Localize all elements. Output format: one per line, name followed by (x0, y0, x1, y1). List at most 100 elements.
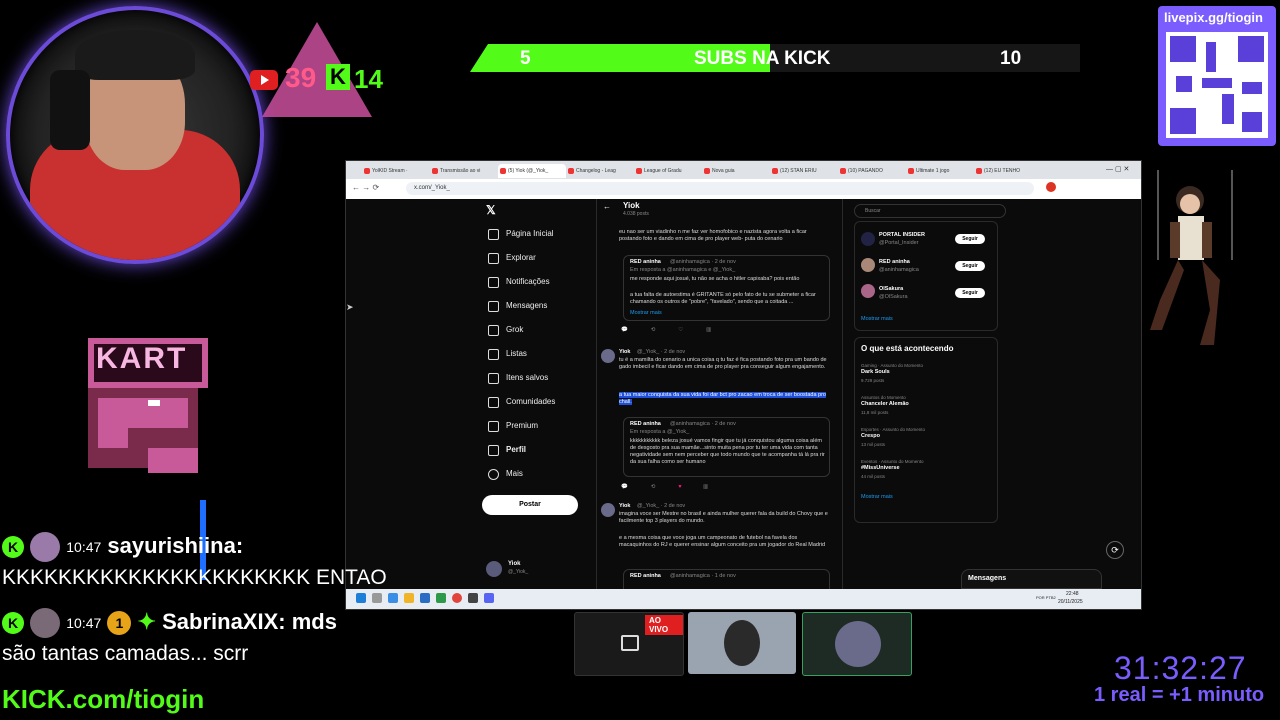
follow-avatar[interactable] (861, 284, 875, 298)
nav-arrows-icon[interactable]: ← → ⟳ (352, 183, 379, 192)
qr-code-icon (1166, 32, 1268, 138)
back-arrow-icon[interactable]: ← (603, 202, 611, 211)
tweet-actions[interactable]: 💬 ⟲ ♥ ▥ (621, 484, 708, 491)
trend-posts: 13 mil posts (861, 442, 886, 447)
follow-name[interactable]: RED aninha (879, 259, 910, 266)
account-handle: @_Yiok_ (508, 569, 529, 575)
trend-name[interactable]: Dark Souls (861, 369, 890, 376)
trend-name[interactable]: Crespo (861, 433, 880, 440)
tweet-text: imagina voce ser Mestre no brasil e aind… (619, 511, 828, 524)
folder-icon[interactable] (404, 593, 414, 603)
trend-name[interactable]: #MissUniverse (861, 465, 900, 472)
tweet-avatar[interactable] (601, 349, 615, 363)
subs-label: SUBS NA KICK (694, 48, 831, 69)
nav-messages[interactable]: Mensagens (484, 299, 547, 313)
search-input[interactable]: Buscar (854, 204, 1006, 218)
quote-author: RED aninha (630, 573, 661, 579)
account-avatar[interactable] (486, 561, 502, 577)
chrome-icon[interactable] (452, 593, 462, 603)
browser-tab[interactable]: (12) STAN ERIU (770, 164, 838, 178)
chat-message: KKKKKKKKKKKKKKKKKKKKKK ENTAO (2, 566, 387, 589)
browser-tab[interactable]: Ultimate 1 jogo (906, 164, 974, 178)
tweet-author[interactable]: Yiok (619, 503, 630, 510)
nav-communities[interactable]: Comunidades (484, 395, 555, 409)
window-controls[interactable]: — ▢ ✕ (1106, 165, 1129, 173)
timer-caption: 1 real = +1 minuto (1094, 684, 1265, 706)
profile-icon (488, 445, 499, 456)
follow-name[interactable]: OlSakura (879, 286, 903, 293)
streamer-hair (75, 30, 195, 80)
browser-tab[interactable]: YolKID Stream · (362, 164, 430, 178)
tweet-author[interactable]: Yiok (619, 349, 630, 356)
follow-avatar[interactable] (861, 258, 875, 272)
quote-author: RED aninha (630, 259, 661, 265)
nav-home[interactable]: Página Inicial (484, 227, 554, 241)
search-icon[interactable] (372, 593, 382, 603)
tweet-actions[interactable]: 💬 ⟲ ♡ ▥ (621, 327, 711, 334)
browser-tab[interactable]: Nova guia (702, 164, 770, 178)
app-icon[interactable] (388, 593, 398, 603)
follow-button[interactable]: Seguir (955, 288, 985, 298)
kick-logo-icon: K (326, 64, 350, 90)
show-more-link[interactable]: Mostrar mais (861, 494, 893, 501)
obs-icon[interactable] (468, 593, 478, 603)
messages-drawer[interactable]: Mensagens (961, 569, 1102, 589)
nav-more[interactable]: Mais (484, 467, 523, 481)
follow-avatar[interactable] (861, 232, 875, 246)
mail-icon (488, 301, 499, 312)
follow-handle: @Portal_Insider (879, 240, 919, 246)
nav-bookmarks[interactable]: Itens salvos (484, 371, 548, 385)
profile-icon[interactable] (1046, 182, 1056, 192)
nav-label: Premium (506, 421, 539, 430)
chat-username: sayurishiina: (107, 532, 244, 558)
follow-button[interactable]: Seguir (955, 261, 985, 271)
trend-context: Assuntos do Momento (861, 395, 906, 400)
url-field[interactable]: x.com/_Yiok_ (406, 182, 1034, 195)
account-name: Yiok (508, 561, 521, 567)
follow-handle: @OlSakura (879, 294, 908, 300)
nav-profile[interactable]: Perfil (484, 443, 526, 457)
quoted-tweet[interactable]: RED aninha @aninhamagica · 2 de nov Em r… (623, 255, 830, 321)
list-icon (488, 349, 499, 360)
discord-icon[interactable] (484, 593, 494, 603)
chat-message: são tantas camadas... scrr (2, 642, 249, 665)
browser-tab-strip: YolKID Stream · Transmissão ao vi (5) Yi… (346, 161, 1141, 179)
app-icon[interactable] (436, 593, 446, 603)
windows-start-icon[interactable] (356, 593, 366, 603)
nav-label: Notificações (506, 277, 550, 286)
live-badge: AO VIVO (645, 615, 683, 635)
tweet-avatar[interactable] (601, 503, 615, 517)
app-icon[interactable] (420, 593, 430, 603)
taskbar-language[interactable]: POR PTB2 (1036, 595, 1056, 600)
taskbar-clock[interactable]: 22:48 (1066, 591, 1079, 597)
x-logo-icon[interactable]: 𝕏 (486, 203, 496, 217)
kick-url: KICK.com/tiogin (2, 684, 205, 714)
more-circle-icon (488, 469, 499, 480)
trend-name[interactable]: Chanceler Alemão (861, 401, 909, 408)
show-more-link[interactable]: Mostrar mais (861, 316, 893, 323)
browser-tab-active[interactable]: (5) Yiok (@_Yiok_ (498, 164, 566, 178)
browser-tab[interactable]: Transmissão ao vi (430, 164, 498, 178)
headset (50, 70, 90, 150)
follow-button[interactable]: Seguir (955, 234, 985, 244)
browser-tab[interactable]: (10) PAGANDO (838, 164, 906, 178)
chat-avatar (30, 532, 61, 562)
feed-header-count: 4.038 posts (623, 211, 649, 217)
follow-name[interactable]: PORTAL INSIDER (879, 232, 925, 239)
browser-tab[interactable]: League of Gradu (634, 164, 702, 178)
nav-notifications[interactable]: Notificações (484, 275, 550, 289)
nav-lists[interactable]: Listas (484, 347, 527, 361)
quoted-tweet[interactable]: RED aninha @aninhamagica · 1 de nov (623, 569, 830, 589)
browser-tab[interactable]: Changelog - Leag (566, 164, 634, 178)
livepix-url: livepix.gg/tiogin (1164, 10, 1263, 25)
grok-fab-icon[interactable]: ⟳ (1106, 541, 1124, 559)
post-button[interactable]: Postar (482, 495, 578, 515)
quoted-tweet[interactable]: RED aninha @aninhamagica · 2 de nov Em r… (623, 417, 830, 477)
nav-explore[interactable]: Explorar (484, 251, 536, 265)
nav-grok[interactable]: Grok (484, 323, 523, 337)
kick-count: 14 (354, 64, 383, 94)
browser-tab[interactable]: (12) EU TENHO (974, 164, 1042, 178)
nav-premium[interactable]: Premium (484, 419, 538, 433)
taskbar-date[interactable]: 20/11/2025 (1058, 599, 1083, 605)
show-more-link[interactable]: Mostrar mais (630, 310, 662, 317)
